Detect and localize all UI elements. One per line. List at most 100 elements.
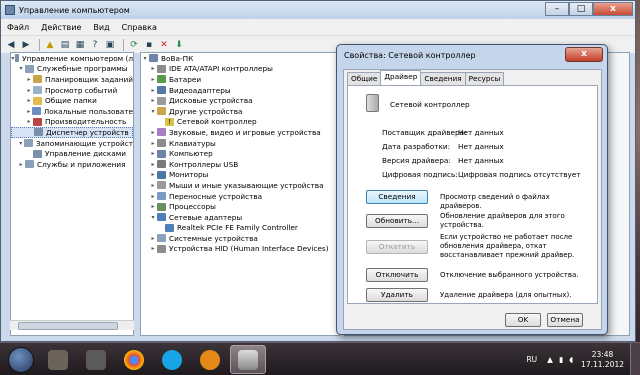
menu-view[interactable]: Вид [93, 23, 109, 32]
tab-general[interactable]: Общие [347, 72, 382, 85]
device-tree-item[interactable]: ▸ IDE ATA/ATAPI контроллеры [141, 64, 339, 75]
forward-icon[interactable]: ▶ [20, 39, 32, 51]
tray-arrow-icon[interactable]: ▲ [547, 355, 553, 364]
expand-arrow-icon[interactable]: ▸ [149, 203, 157, 210]
rollback-button[interactable]: Откатить [366, 240, 428, 254]
scrollbar-thumb[interactable] [18, 322, 118, 330]
device-tree-item[interactable]: ▸ Клавиатуры [141, 138, 339, 149]
tree-item-selected[interactable]: Диспетчер устройств [11, 127, 133, 138]
menu-action[interactable]: Действие [41, 23, 81, 32]
device-tree-item[interactable]: ▸ Переносные устройства [141, 191, 339, 202]
help-icon[interactable]: ? [89, 39, 101, 51]
enable-device-icon[interactable]: ⬇ [173, 39, 185, 51]
tree-item[interactable]: ▸ Службы и приложения [11, 159, 133, 170]
expand-arrow-icon[interactable]: ▸ [149, 87, 157, 94]
expand-arrow-icon[interactable]: ▾ [149, 214, 157, 221]
device-tree-item[interactable]: ▸ Процессоры [141, 201, 339, 212]
tab-resources[interactable]: Ресурсы [464, 72, 505, 85]
tree-item[interactable]: ▸ Планировщик заданий [11, 74, 133, 85]
disable-button[interactable]: Отключить [366, 268, 428, 282]
horizontal-scrollbar[interactable] [10, 320, 134, 330]
device-tree-item[interactable]: ▾ BoBa-ПК [141, 53, 339, 64]
taskbar-app-computer-management[interactable] [230, 345, 266, 374]
properties-icon[interactable]: ▦ [74, 39, 86, 51]
device-tree-item[interactable]: ▸ Устройства HID (Human Interface Devices… [141, 244, 339, 255]
uninstall-button[interactable]: Удалить [366, 288, 428, 302]
expand-arrow-icon[interactable]: ▸ [149, 65, 157, 72]
up-folder-icon[interactable]: ▲ [44, 39, 56, 51]
console-icon[interactable]: ▣ [104, 39, 116, 51]
tree-item[interactable]: ▾ Служебные программы [11, 64, 133, 75]
expand-arrow-icon[interactable]: ▸ [149, 150, 157, 157]
expand-arrow-icon[interactable]: ▸ [149, 171, 157, 178]
expand-arrow-icon[interactable]: ▸ [149, 129, 157, 136]
tree-item[interactable]: Управление дисками [11, 148, 133, 159]
device-tree-item[interactable]: ▸ Батареи [141, 74, 339, 85]
expand-arrow-icon[interactable]: ▸ [25, 76, 33, 83]
expand-arrow-icon[interactable]: ▾ [141, 55, 149, 62]
dialog-close-button[interactable]: x [565, 47, 603, 62]
close-button[interactable]: x [593, 2, 633, 16]
device-tree-item[interactable]: ▸ Компьютер [141, 148, 339, 159]
expand-arrow-icon[interactable]: ▸ [149, 245, 157, 252]
tree-item[interactable]: ▸ Общие папки [11, 95, 133, 106]
device-tree-item[interactable]: ▸ Мыши и иные указывающие устройства [141, 180, 339, 191]
device-tree-item[interactable]: ▸ Контроллеры USB [141, 159, 339, 170]
expand-arrow-icon[interactable]: ▾ [17, 65, 25, 72]
device-tree-item[interactable]: ▸ Звуковые, видео и игровые устройства [141, 127, 339, 138]
show-desktop-button[interactable] [630, 343, 640, 375]
show-tree-icon[interactable]: ▤ [59, 39, 71, 51]
expand-arrow-icon[interactable]: ▸ [25, 108, 32, 115]
expand-arrow-icon[interactable]: ▾ [17, 140, 24, 147]
back-icon[interactable]: ◀ [5, 39, 17, 51]
expand-arrow-icon[interactable]: ▸ [149, 161, 157, 168]
device-tree-item[interactable]: ▸ Мониторы [141, 170, 339, 181]
expand-arrow-icon[interactable]: ▸ [149, 182, 157, 189]
menu-file[interactable]: Файл [7, 23, 29, 32]
cancel-button[interactable]: Отмена [547, 313, 583, 327]
minimize-button[interactable]: – [545, 2, 569, 16]
language-indicator[interactable]: RU [526, 355, 537, 364]
device-tree-item[interactable]: ▾ Сетевые адаптеры [141, 212, 339, 223]
start-button[interactable] [8, 347, 34, 373]
expand-arrow-icon[interactable]: ▸ [149, 76, 157, 83]
device-tree-item[interactable]: ! Сетевой контроллер [141, 117, 339, 128]
expand-arrow-icon[interactable]: ▸ [149, 193, 157, 200]
tree-item[interactable]: ▸ Локальные пользовате [11, 106, 133, 117]
maximize-button[interactable]: □ [569, 2, 593, 16]
ok-button[interactable]: OK [505, 313, 541, 327]
device-tree-item[interactable]: Realtek PCIe FE Family Controller [141, 223, 339, 234]
tree-item[interactable]: ▾ Управление компьютером (л [11, 53, 133, 64]
tree-item[interactable]: ▾ Запоминающие устройст [11, 138, 133, 149]
taskbar-app-messenger[interactable] [192, 345, 228, 374]
expand-arrow-icon[interactable]: ▸ [25, 118, 33, 125]
clock[interactable]: 23:48 17.11.2012 [581, 350, 624, 370]
expand-arrow-icon[interactable]: ▾ [149, 108, 157, 115]
device-tree-item[interactable]: ▸ Видеоадаптеры [141, 85, 339, 96]
tree-item[interactable]: ▸ Просмотр событий [11, 85, 133, 96]
taskbar-app-media[interactable] [78, 345, 114, 374]
taskbar-app-chrome[interactable] [116, 345, 152, 374]
uninstall-icon[interactable]: ✕ [158, 39, 170, 51]
tab-details[interactable]: Сведения [420, 72, 466, 85]
update-driver-icon[interactable]: ▪ [143, 39, 155, 51]
device-tree-item[interactable]: ▸ Системные устройства [141, 233, 339, 244]
taskbar-app-skype[interactable] [154, 345, 190, 374]
scan-hardware-icon[interactable]: ⟳ [128, 39, 140, 51]
device-tree-item[interactable]: ▸ Дисковые устройства [141, 95, 339, 106]
taskbar-app-explorer[interactable] [40, 345, 76, 374]
network-icon[interactable]: ▮ [559, 355, 563, 364]
menu-help[interactable]: Справка [122, 23, 157, 32]
expand-arrow-icon[interactable]: ▸ [25, 87, 33, 94]
expand-arrow-icon[interactable]: ▸ [17, 161, 25, 168]
tree-item[interactable]: ▸ Производительность [11, 117, 133, 128]
details-button[interactable]: Сведения [366, 190, 428, 204]
expand-arrow-icon[interactable]: ▸ [149, 140, 157, 147]
volume-icon[interactable]: ◖ [569, 355, 573, 364]
update-button[interactable]: Обновить... [366, 214, 428, 228]
title-bar[interactable]: Управление компьютером [1, 1, 635, 19]
tab-driver[interactable]: Драйвер [380, 70, 422, 85]
device-tree-item[interactable]: ▾ Другие устройства [141, 106, 339, 117]
expand-arrow-icon[interactable]: ▸ [25, 97, 33, 104]
expand-arrow-icon[interactable]: ▸ [149, 97, 157, 104]
